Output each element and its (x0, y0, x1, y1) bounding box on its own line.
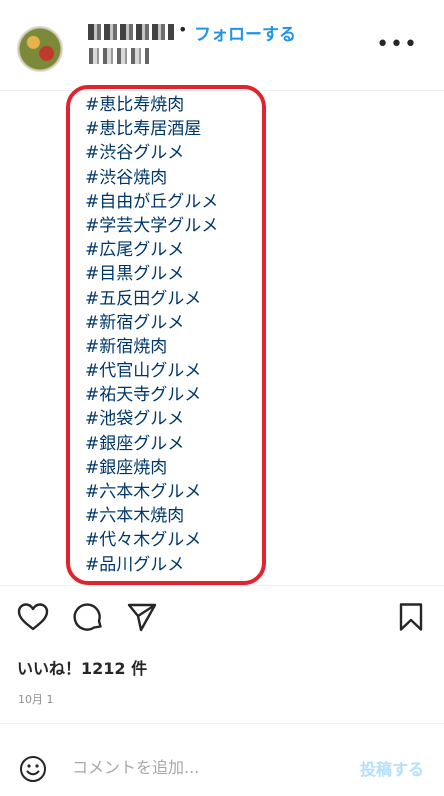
comment-icon[interactable] (72, 601, 104, 633)
separator-dot: • (178, 20, 188, 39)
hashtag-link[interactable]: #代々木グルメ (85, 528, 285, 552)
divider (0, 723, 444, 724)
follow-button[interactable]: フォローする (194, 20, 296, 45)
divider (0, 585, 444, 586)
hashtag-link[interactable]: #学芸大学グルメ (85, 214, 285, 238)
comment-input[interactable] (70, 752, 324, 782)
hashtag-link[interactable]: #自由が丘グルメ (85, 190, 285, 214)
hashtag-link[interactable]: #六本木グルメ (85, 480, 285, 504)
hashtag-link[interactable]: #恵比寿焼肉 (85, 93, 285, 117)
hashtag-link[interactable]: #祐天寺グルメ (85, 383, 285, 407)
hashtag-link[interactable]: #品川グルメ (85, 553, 285, 577)
hashtag-link[interactable]: #広尾グルメ (85, 238, 285, 262)
hashtag-link[interactable]: #代官山グルメ (85, 359, 285, 383)
hashtag-link[interactable]: #新宿グルメ (85, 311, 285, 335)
hashtag-link[interactable]: #六本木焼肉 (85, 504, 285, 528)
caption-hashtags: #恵比寿焼肉 #恵比寿居酒屋 #渋谷グルメ #渋谷焼肉 #自由が丘グルメ #学芸大学グルメ… (85, 93, 285, 577)
hashtag-link[interactable]: #渋谷グルメ (85, 141, 285, 165)
location-blurred[interactable] (89, 48, 149, 64)
heart-icon[interactable] (17, 602, 49, 632)
avatar[interactable] (17, 26, 63, 72)
smiley-icon[interactable] (19, 755, 47, 783)
hashtag-link[interactable]: #池袋グルメ (85, 407, 285, 431)
hashtag-link[interactable]: #恵比寿居酒屋 (85, 117, 285, 141)
comment-bar: 投稿する (0, 740, 444, 796)
more-options-icon[interactable]: ••• (376, 32, 418, 57)
hashtag-link[interactable]: #渋谷焼肉 (85, 166, 285, 190)
hashtag-link[interactable]: #目黒グルメ (85, 262, 285, 286)
post-header: • フォローする ••• (0, 0, 444, 91)
hashtag-link[interactable]: #新宿焼肉 (85, 335, 285, 359)
hashtag-link[interactable]: #五反田グルメ (85, 287, 285, 311)
share-icon[interactable] (126, 602, 158, 632)
bookmark-icon[interactable] (397, 602, 425, 632)
post-button[interactable]: 投稿する (360, 756, 424, 780)
hashtag-link[interactable]: #銀座焼肉 (85, 456, 285, 480)
username-blurred[interactable] (88, 24, 174, 40)
post-date[interactable]: 10月 1 (18, 691, 54, 707)
hashtag-link[interactable]: #銀座グルメ (85, 432, 285, 456)
likes-count[interactable]: いいね！1212 件 (17, 655, 147, 679)
action-bar (0, 600, 444, 636)
